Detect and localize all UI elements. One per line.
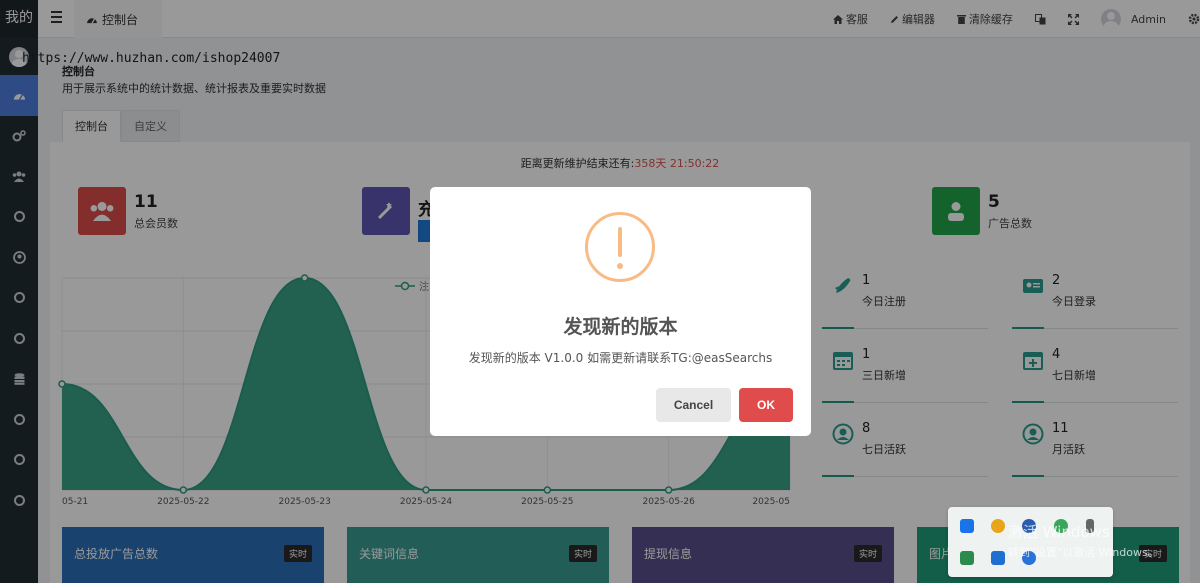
ok-button[interactable]: OK <box>739 388 793 422</box>
update-dialog: 发现新的版本 发现新的版本 V1.0.0 如需更新请联系TG:@easSearc… <box>430 187 811 436</box>
defender-icon[interactable] <box>991 551 1005 565</box>
activation-subtitle: 转到"设置"以激活 Windows。 <box>1008 546 1159 559</box>
dialog-title: 发现新的版本 <box>563 316 678 338</box>
windows-activation-watermark: 激活 Windows 转到"设置"以激活 Windows。 <box>1008 521 1159 560</box>
parking-app-icon[interactable] <box>960 519 974 533</box>
dialog-message: 发现新的版本 V1.0.0 如需更新请联系TG:@easSearchs <box>468 351 773 365</box>
warning-icon-dot <box>617 263 623 269</box>
warning-icon-line <box>618 227 622 257</box>
browser-icon[interactable] <box>991 519 1005 533</box>
activation-title: 激活 Windows <box>1008 523 1110 541</box>
windows-app-icon[interactable] <box>960 551 974 565</box>
cancel-button[interactable]: Cancel <box>656 388 731 422</box>
